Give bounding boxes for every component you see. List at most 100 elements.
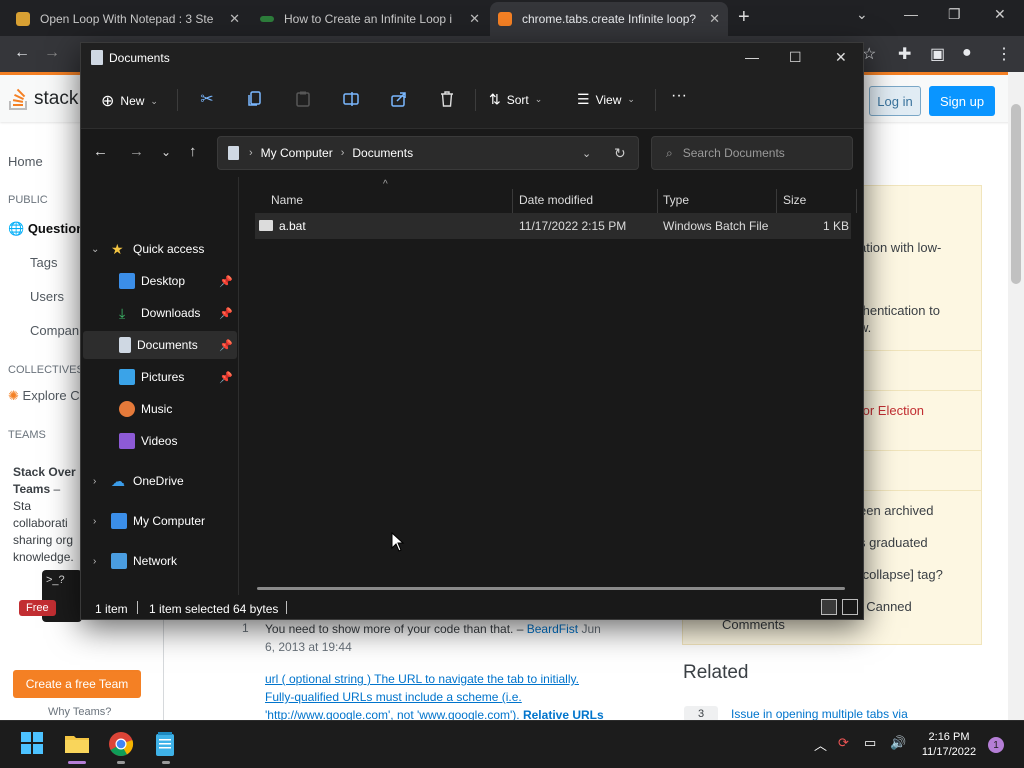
- chevron-right-icon[interactable]: ›: [93, 556, 96, 567]
- sidebar-item-documents[interactable]: Documents 📌: [83, 331, 237, 359]
- up-arrow-icon[interactable]: ↑: [189, 143, 197, 160]
- browser-tab-open-loop[interactable]: Open Loop With Notepad : 3 Ste ✕: [8, 2, 248, 36]
- sync-icon[interactable]: ⟳: [838, 735, 849, 751]
- close-tab-icon[interactable]: ✕: [709, 11, 720, 27]
- answer-link[interactable]: Relative URLs: [523, 708, 604, 720]
- horizontal-scrollbar[interactable]: [257, 587, 845, 590]
- featured-item[interactable]: thentication to: [859, 303, 940, 318]
- close-icon[interactable]: ✕: [835, 49, 847, 66]
- answer-link[interactable]: url ( optional string ) The URL to navig…: [265, 672, 579, 686]
- breadcrumb-my-computer[interactable]: My Computer: [261, 146, 333, 160]
- sidebar-item-downloads[interactable]: ⤓ Downloads 📌: [83, 299, 237, 327]
- refresh-icon[interactable]: ↻: [614, 145, 626, 162]
- answer-link[interactable]: Fully-qualified URLs must include a sche…: [265, 690, 522, 704]
- hot-meta-item[interactable]: [collapse] tag?: [859, 567, 943, 582]
- address-history-chevron-icon[interactable]: ⌄: [582, 147, 591, 160]
- share-icon[interactable]: [389, 89, 409, 109]
- cut-icon[interactable]: ✂: [197, 89, 217, 109]
- chevron-down-icon[interactable]: ⌄: [91, 244, 99, 255]
- browser-tab-infinite-loop[interactable]: How to Create an Infinite Loop i ✕: [252, 2, 488, 36]
- column-divider[interactable]: [856, 189, 857, 213]
- close-tab-icon[interactable]: ✕: [229, 11, 240, 27]
- breadcrumb-documents[interactable]: Documents: [352, 146, 413, 160]
- notification-badge[interactable]: 1: [988, 737, 1004, 753]
- pin-icon[interactable]: 📌: [219, 307, 233, 320]
- tab-search-chevron-icon[interactable]: ⌄: [856, 6, 868, 23]
- copy-icon[interactable]: [245, 89, 265, 109]
- so-nav-tags[interactable]: Tags: [30, 255, 57, 270]
- new-tab-button[interactable]: +: [738, 6, 750, 29]
- column-header-name[interactable]: Name: [271, 193, 303, 207]
- column-divider[interactable]: [776, 189, 777, 213]
- browser-tab-chrome-tabs[interactable]: chrome.tabs.create Infinite loop? ✕: [490, 2, 728, 36]
- column-header-size[interactable]: Size: [783, 193, 806, 207]
- recent-locations-chevron-icon[interactable]: ⌄: [161, 145, 171, 159]
- tiles-view-icon[interactable]: [842, 599, 858, 615]
- answer-link[interactable]: 'http://www.google.com', not 'www.google…: [265, 708, 520, 720]
- sidebar-item-videos[interactable]: Videos: [83, 427, 237, 455]
- extensions-puzzle-icon[interactable]: ✚: [898, 44, 911, 64]
- notepad-taskbar-icon[interactable]: [154, 731, 180, 757]
- side-panel-icon[interactable]: ▣: [930, 44, 945, 64]
- featured-item[interactable]: ation with low-: [859, 240, 941, 255]
- sidebar-item-network[interactable]: › Network: [83, 547, 237, 575]
- maximize-icon[interactable]: ☐: [789, 49, 802, 66]
- page-scrollbar-thumb[interactable]: [1011, 104, 1021, 284]
- address-bar[interactable]: › My Computer › Documents ⌄ ↻: [217, 136, 639, 170]
- rename-icon[interactable]: [341, 89, 361, 109]
- sidebar-item-desktop[interactable]: Desktop 📌: [83, 267, 237, 295]
- pin-icon[interactable]: 📌: [219, 339, 233, 352]
- back-arrow-icon[interactable]: ←: [93, 143, 108, 160]
- restore-browser-icon[interactable]: ❐: [948, 6, 961, 23]
- sidebar-item-quick-access[interactable]: ⌄ ★ Quick access: [83, 235, 237, 263]
- pin-icon[interactable]: 📌: [219, 371, 233, 384]
- login-button[interactable]: Log in: [869, 86, 921, 116]
- close-browser-icon[interactable]: ✕: [994, 6, 1006, 23]
- file-explorer-taskbar-icon[interactable]: [64, 731, 90, 757]
- volume-icon[interactable]: 🔊: [890, 735, 906, 751]
- so-nav-questions[interactable]: 🌐 Question: [8, 221, 84, 237]
- sidebar-item-my-computer[interactable]: › My Computer: [83, 507, 237, 535]
- hot-meta-item[interactable]: : Canned: [859, 599, 912, 614]
- view-button[interactable]: ☰ View ⌄: [577, 91, 635, 108]
- sidebar-item-onedrive[interactable]: › ☁ OneDrive: [83, 467, 237, 495]
- forward-arrow-icon[interactable]: →: [129, 143, 144, 160]
- featured-item[interactable]: tor Election: [859, 403, 924, 418]
- chevron-right-icon[interactable]: ›: [93, 516, 96, 527]
- forward-arrow-icon[interactable]: →: [44, 44, 60, 62]
- hot-meta-item[interactable]: s graduated: [859, 535, 928, 550]
- sort-button[interactable]: ⇅ Sort ⌄: [489, 91, 542, 108]
- so-nav-explore-collectives[interactable]: ✺ Explore C: [8, 388, 80, 404]
- close-tab-icon[interactable]: ✕: [469, 11, 480, 27]
- column-divider[interactable]: [657, 189, 658, 213]
- signup-button[interactable]: Sign up: [929, 86, 995, 116]
- delete-icon[interactable]: [437, 89, 457, 109]
- file-row[interactable]: a.bat 11/17/2022 2:15 PM Windows Batch F…: [255, 213, 851, 239]
- pin-icon[interactable]: 📌: [219, 275, 233, 288]
- back-arrow-icon[interactable]: ←: [14, 44, 30, 62]
- why-teams-link[interactable]: Why Teams?: [48, 706, 111, 718]
- chrome-taskbar-icon[interactable]: [108, 731, 134, 757]
- explorer-titlebar[interactable]: Documents — ☐ ✕: [81, 43, 863, 73]
- comment-user-link[interactable]: BeardFist: [527, 622, 578, 636]
- display-icon[interactable]: ▭: [864, 735, 876, 751]
- search-input[interactable]: ⌕ Search Documents: [651, 136, 853, 170]
- start-windows-icon[interactable]: [20, 731, 46, 757]
- bookmark-star-icon[interactable]: ☆: [862, 44, 876, 64]
- so-nav-companies[interactable]: Compan: [30, 323, 79, 338]
- new-button[interactable]: ⊕ New ⌄: [101, 91, 158, 111]
- minimize-icon[interactable]: —: [745, 49, 759, 65]
- profile-avatar-icon[interactable]: ●: [962, 44, 972, 62]
- show-hidden-icons-chevron-icon[interactable]: ︿: [814, 735, 827, 754]
- so-logo[interactable]: stack: [8, 87, 78, 111]
- hot-meta-item[interactable]: een archived: [859, 503, 933, 518]
- related-link[interactable]: Issue in opening multiple tabs via: [731, 707, 908, 720]
- column-header-date[interactable]: Date modified: [519, 193, 593, 207]
- column-header-type[interactable]: Type: [663, 193, 689, 207]
- column-divider[interactable]: [512, 189, 513, 213]
- create-free-team-button[interactable]: Create a free Team: [13, 670, 141, 698]
- sidebar-item-music[interactable]: Music: [83, 395, 237, 423]
- chrome-menu-icon[interactable]: ⋮: [996, 44, 1012, 64]
- so-nav-home[interactable]: Home: [8, 154, 43, 169]
- paste-icon[interactable]: [293, 89, 313, 109]
